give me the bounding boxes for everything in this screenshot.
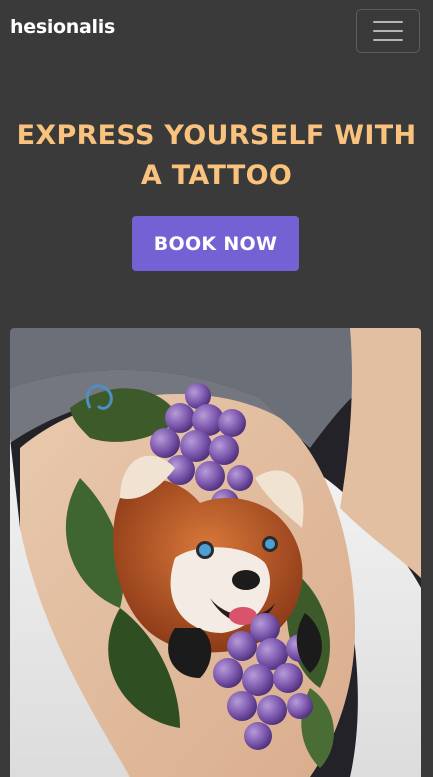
hamburger-menu-icon — [373, 19, 403, 43]
page: hesionalis EXPRESS YOURSELF WITH A TATTO… — [0, 0, 433, 777]
navbar: hesionalis — [0, 0, 433, 62]
tattoo-photo — [10, 328, 421, 777]
hero-title: EXPRESS YOURSELF WITH A TATTOO — [16, 120, 417, 191]
menu-toggle-button[interactable] — [356, 9, 420, 53]
book-now-button[interactable]: BOOK NOW — [132, 216, 299, 271]
brand-logo[interactable]: hesionalis — [10, 16, 115, 38]
